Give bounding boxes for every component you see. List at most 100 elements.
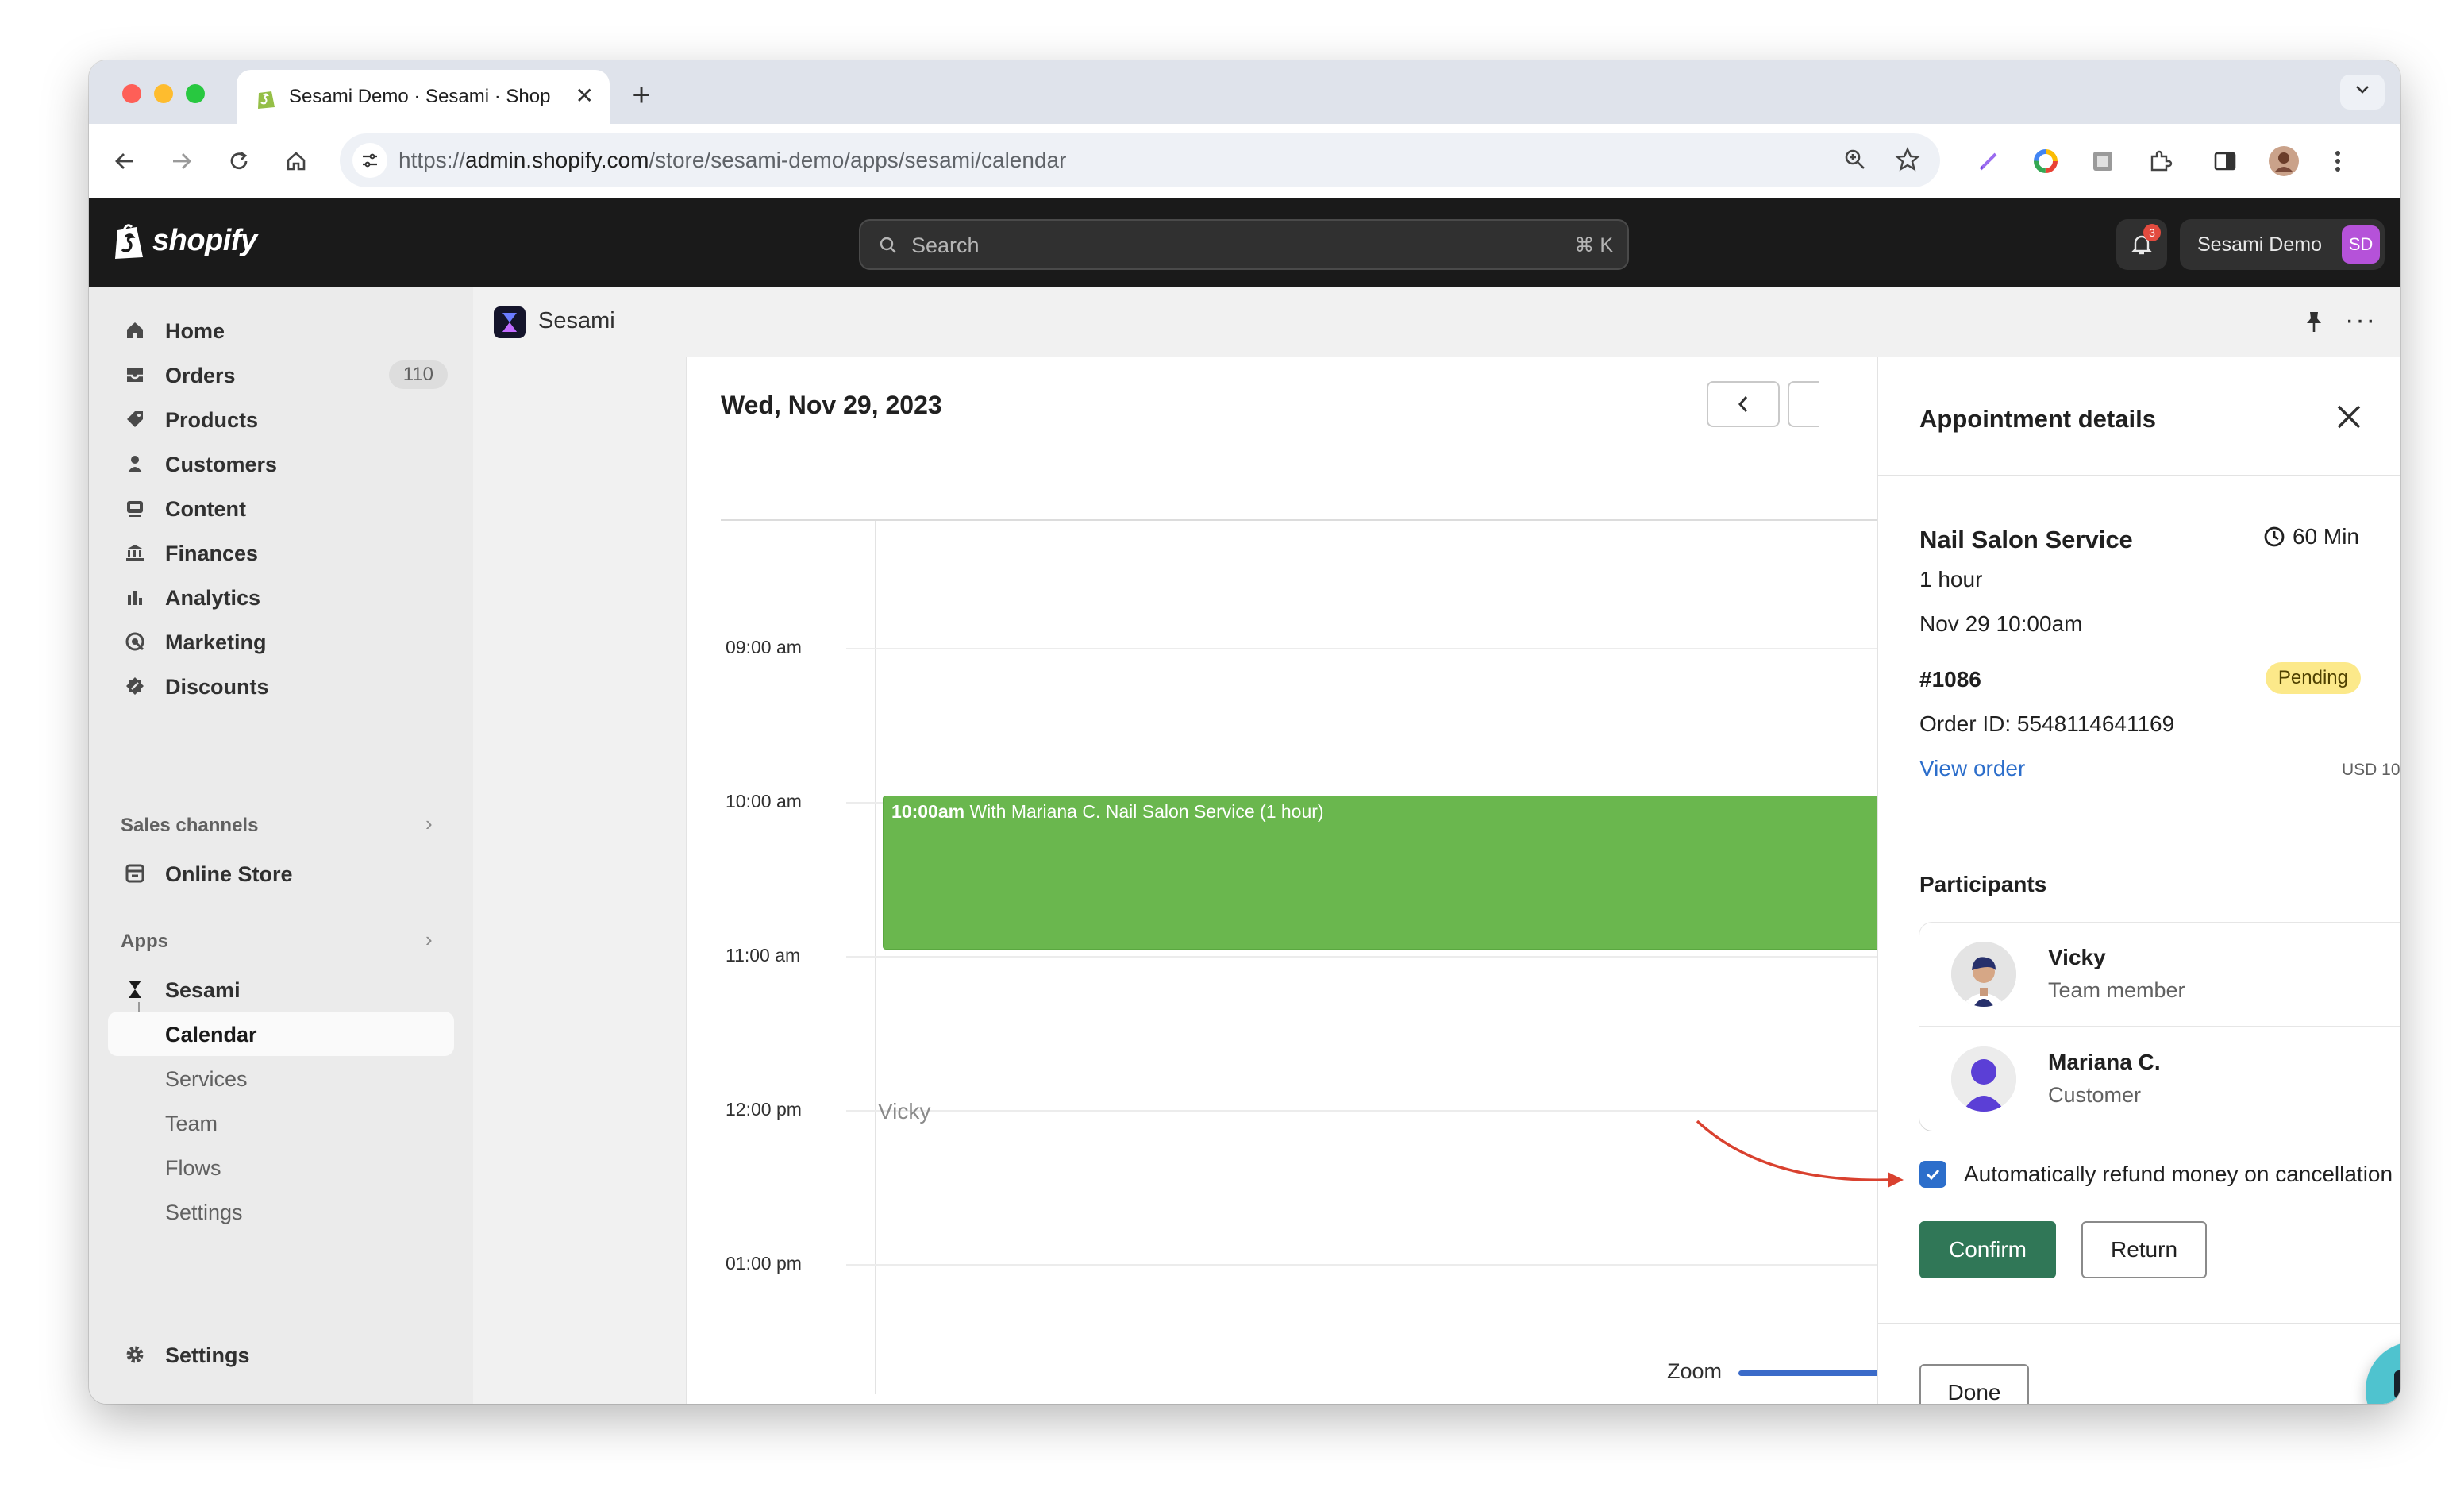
browser-toolbar: https://admin.shopify.com/store/sesami-d… <box>89 124 2400 198</box>
appointment-event[interactable]: 10:00am With Mariana C. Nail Salon Servi… <box>883 796 1877 950</box>
new-tab-button[interactable]: + <box>619 75 664 119</box>
side-panel-icon[interactable] <box>2208 145 2242 178</box>
search-icon <box>880 237 896 253</box>
done-button[interactable]: Done <box>1919 1364 2029 1404</box>
next-day-button[interactable] <box>1788 381 1819 427</box>
store-name: Sesami Demo <box>2197 233 2322 256</box>
sidebar-item-discounts[interactable]: Discounts <box>108 664 454 708</box>
tag-icon <box>127 411 143 427</box>
shopify-bag-icon <box>115 224 143 259</box>
url-host: admin.shopify.com <box>465 148 649 172</box>
sidebar-item-label: Flows <box>165 1156 221 1180</box>
calendar-view: Wed, Nov 29, 2023 09:00 am 10:00 am 11:0… <box>686 357 1877 1404</box>
refund-option[interactable]: Automatically refund money on cancellati… <box>1919 1161 2393 1188</box>
sidebar-item-settings[interactable]: Settings <box>108 1332 454 1377</box>
sidebar-item-analytics[interactable]: Analytics <box>108 575 454 619</box>
sidebar-item-label: Sesami <box>165 978 241 1002</box>
screenshot-extension-icon[interactable] <box>2086 145 2119 178</box>
sidebar-item-label: Content <box>165 497 246 521</box>
return-button[interactable]: Return <box>2081 1221 2207 1278</box>
sidebar-item-label: Orders <box>165 364 236 387</box>
notifications-button[interactable]: 3 <box>2116 219 2167 270</box>
sidebar-item-sesami[interactable]: Sesami <box>108 967 454 1012</box>
sidebar-item-label: Calendar <box>165 1023 257 1046</box>
shopify-logo[interactable]: shopify <box>113 221 257 260</box>
app-title: Sesami <box>538 308 615 333</box>
chevron-down-icon <box>2356 86 2369 94</box>
admin-search-input[interactable]: Search ⌘ K <box>859 219 1629 270</box>
browser-window: Sesami Demo · Sesami · Shopify ✕ + https… <box>89 60 2400 1404</box>
refund-label: Automatically refund money on cancellati… <box>1964 1162 2393 1186</box>
sidebar-item-online-store[interactable]: Online Store <box>108 851 454 896</box>
address-bar[interactable]: https://admin.shopify.com/store/sesami-d… <box>340 133 1940 187</box>
back-icon[interactable] <box>108 145 141 178</box>
forward-icon[interactable] <box>165 145 198 178</box>
participant-row[interactable]: Vicky Team member <box>1919 923 2400 1026</box>
sidebar-item-orders[interactable]: Orders 110 <box>108 353 454 397</box>
site-settings-icon[interactable] <box>352 143 387 178</box>
sidebar-item-content[interactable]: Content <box>108 486 454 530</box>
participant-row[interactable]: Mariana C. Customer <box>1919 1026 2400 1129</box>
store-menu-button[interactable]: Sesami Demo SD <box>2180 219 2385 270</box>
sidebar-item-team[interactable]: Team <box>108 1100 454 1145</box>
browser-tab[interactable]: Sesami Demo · Sesami · Shopify ✕ <box>237 70 610 124</box>
confirm-button[interactable]: Confirm <box>1919 1221 2056 1278</box>
zoom-slider[interactable] <box>1738 1370 1877 1376</box>
close-window-button[interactable] <box>122 84 141 103</box>
zoom-page-icon[interactable] <box>1838 143 1872 176</box>
gear-icon <box>126 1346 144 1363</box>
sidebar-item-customers[interactable]: Customers <box>108 441 454 486</box>
sidebar-item-flows[interactable]: Flows <box>108 1145 454 1189</box>
previous-day-button[interactable] <box>1707 381 1780 427</box>
pen-extension-icon[interactable] <box>1972 145 2005 178</box>
chevron-right-icon[interactable]: › <box>425 927 433 952</box>
sidebar-item-home[interactable]: Home <box>108 308 454 353</box>
apps-heading[interactable]: Apps <box>121 931 168 953</box>
minimize-window-button[interactable] <box>154 84 173 103</box>
reload-icon[interactable] <box>222 145 256 178</box>
home-browser-icon[interactable] <box>279 145 313 178</box>
sidebar-item-calendar[interactable]: Calendar <box>108 1012 454 1056</box>
pin-icon[interactable] <box>2304 310 2324 333</box>
refund-checkbox[interactable] <box>1919 1161 1946 1188</box>
view-order-link[interactable]: View order <box>1919 756 2025 781</box>
sidebar-item-products[interactable]: Products <box>108 397 454 441</box>
inbox-icon <box>127 368 143 382</box>
extensions-puzzle-icon[interactable] <box>2143 145 2177 178</box>
tab-close-icon[interactable]: ✕ <box>576 83 594 109</box>
panel-title: Appointment details <box>1919 405 2156 433</box>
sidebar-item-label: Marketing <box>165 630 267 654</box>
sidebar-item-label: Home <box>165 319 225 343</box>
notification-count-badge: 3 <box>2143 224 2161 241</box>
sidebar-item-label: Customers <box>165 453 278 476</box>
appointment-datetime: Nov 29 10:00am <box>1919 611 2083 636</box>
chevron-right-icon[interactable]: › <box>425 811 433 836</box>
discount-icon <box>126 677 144 695</box>
sidebar-item-label: Services <box>165 1067 248 1091</box>
sidebar-item-services[interactable]: Services <box>108 1056 454 1100</box>
hour-gridline <box>846 956 1877 958</box>
hour-gridline <box>846 1110 1877 1112</box>
bookmark-star-icon[interactable] <box>1891 143 1924 176</box>
more-actions-icon[interactable]: ··· <box>2345 305 2377 336</box>
zoom-window-button[interactable] <box>186 84 205 103</box>
main-gutter <box>473 357 686 1404</box>
sidebar-item-marketing[interactable]: Marketing <box>108 619 454 664</box>
sales-channels-heading[interactable]: Sales channels <box>121 815 258 837</box>
tab-search-button[interactable] <box>2340 75 2385 110</box>
participant-role: Customer <box>2048 1083 2142 1107</box>
person-icon <box>128 456 142 472</box>
profile-avatar-icon[interactable] <box>2267 145 2300 178</box>
tab-title: Sesami Demo · Sesami · Shopify <box>289 86 551 107</box>
sidebar-item-app-settings[interactable]: Settings <box>108 1189 454 1234</box>
checkmark-icon <box>1926 1169 1940 1181</box>
shopify-wordmark: shopify <box>152 223 257 257</box>
hourglass-icon <box>129 981 141 998</box>
color-extension-icon[interactable] <box>2029 145 2062 178</box>
hour-gridline <box>846 648 1877 649</box>
time-gutter-divider <box>875 521 876 1394</box>
close-icon[interactable] <box>2334 402 2364 432</box>
sidebar-item-finances[interactable]: Finances <box>108 530 454 575</box>
duration-value: 60 Min <box>2292 524 2359 549</box>
browser-menu-icon[interactable] <box>2321 145 2354 178</box>
